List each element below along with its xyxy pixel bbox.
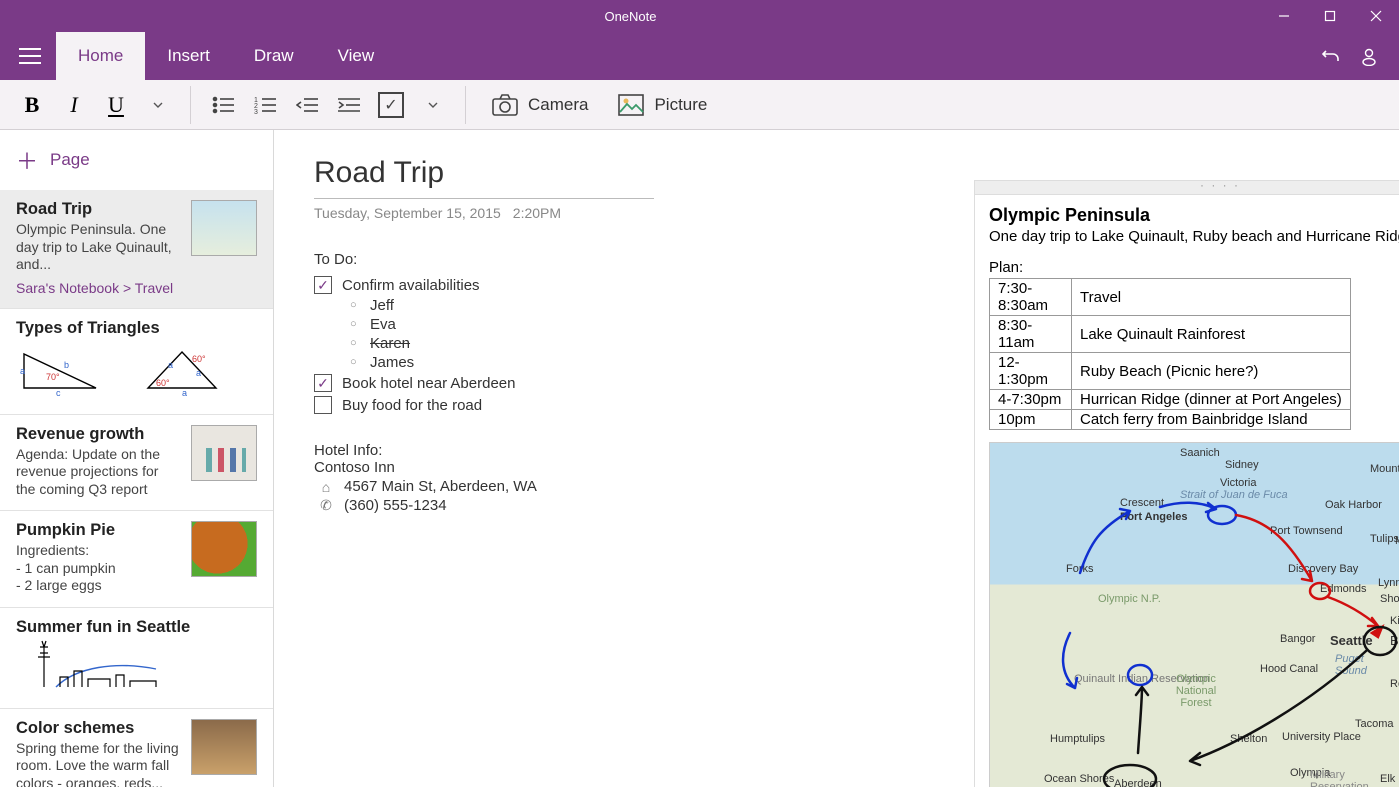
hotel-address: 4567 Main St, Aberdeen, WA (344, 478, 537, 495)
page-canvas[interactable]: Road Trip Tuesday, September 15, 2015 2:2… (274, 130, 1399, 787)
page-desc: Olympic Peninsula. One day trip to Lake … (16, 221, 181, 274)
note-date: Tuesday, September 15, 2015 (314, 205, 501, 221)
ribbon: B I U 123 ✓ Camera Picture (0, 80, 1399, 130)
svg-text:70°: 70° (46, 372, 60, 382)
picture-label: Picture (654, 95, 707, 115)
page-breadcrumb: Sara's Notebook > Travel (16, 280, 181, 296)
tab-insert[interactable]: Insert (145, 32, 232, 80)
table-row: 12-1:30pmRuby Beach (Picnic here?) (990, 353, 1351, 390)
home-icon: ⌂ (318, 479, 334, 495)
svg-text:c: c (56, 388, 61, 396)
embed-title: Olympic Peninsula (989, 205, 1399, 226)
page-item-colors[interactable]: Color schemes Spring theme for the livin… (0, 709, 273, 787)
camera-icon (492, 94, 518, 116)
page-desc: Agenda: Update on the revenue projection… (16, 446, 181, 499)
svg-text:a: a (182, 388, 187, 396)
tab-home[interactable]: Home (56, 32, 145, 80)
page-item-roadtrip[interactable]: Road Trip Olympic Peninsula. One day tri… (0, 190, 273, 309)
page-item-triangles[interactable]: Types of Triangles 70° b c a 60° 60° a a a (0, 309, 273, 415)
undo-button[interactable] (1321, 46, 1341, 66)
numbered-list-button[interactable]: 123 (247, 87, 283, 123)
app-title: OneNote (0, 9, 1261, 24)
underline-button[interactable]: U (98, 87, 134, 123)
tab-view[interactable]: View (316, 32, 397, 80)
maximize-button[interactable] (1307, 0, 1353, 32)
tab-draw[interactable]: Draw (232, 32, 316, 80)
page-item-summer[interactable]: Summer fun in Seattle (0, 608, 273, 709)
close-button[interactable] (1353, 0, 1399, 32)
page-thumbnail (191, 200, 257, 256)
page-thumbnail (191, 425, 257, 481)
table-row: 8:30-11amLake Quinault Rainforest (990, 316, 1351, 353)
page-thumbnail (191, 719, 257, 775)
sidebar: ＋ Page Road Trip Olympic Peninsula. One … (0, 130, 274, 787)
page-title: Color schemes (16, 719, 181, 738)
svg-text:a: a (168, 360, 173, 370)
svg-text:60°: 60° (192, 354, 206, 364)
checkbox-checked-icon[interactable]: ✓ (314, 276, 332, 294)
embed-desc: One day trip to Lake Quinault, Ruby beac… (989, 228, 1399, 245)
embed-drag-handle[interactable]: ‹› (975, 181, 1399, 195)
page-title: Summer fun in Seattle (16, 618, 257, 637)
svg-text:3: 3 (254, 109, 258, 114)
page-item-pumpkin[interactable]: Pumpkin Pie Ingredients: - 1 can pumpkin… (0, 511, 273, 608)
table-row: 7:30-8:30amTravel (990, 279, 1351, 316)
plus-icon: ＋ (16, 144, 38, 176)
tags-more-button[interactable] (415, 87, 451, 123)
table-row: 10pmCatch ferry from Bainbridge Island (990, 410, 1351, 430)
menubar: Home Insert Draw View (0, 32, 1399, 80)
page-title: Types of Triangles (16, 319, 257, 338)
ink-overlay (990, 443, 1399, 787)
map-image: Saanich Sidney Victoria Oak Harbor Mount… (989, 442, 1399, 787)
page-item-revenue[interactable]: Revenue growth Agenda: Update on the rev… (0, 415, 273, 512)
note-title[interactable]: Road Trip (314, 156, 654, 190)
svg-text:60°: 60° (156, 378, 170, 388)
share-button[interactable] (1359, 46, 1379, 66)
table-row: 4-7:30pmHurrican Ridge (dinner at Port A… (990, 390, 1351, 410)
add-page-button[interactable]: ＋ Page (0, 130, 273, 190)
camera-label: Camera (528, 95, 588, 115)
italic-button[interactable]: I (56, 87, 92, 123)
page-desc: Spring theme for the living room. Love t… (16, 740, 181, 787)
plan-table[interactable]: 7:30-8:30amTravel 8:30-11amLake Quinault… (989, 278, 1351, 430)
page-thumbnail (191, 521, 257, 577)
bullet-list-button[interactable] (205, 87, 241, 123)
hotel-phone: (360) 555-1234 (344, 497, 447, 514)
page-title: Road Trip (16, 200, 181, 219)
indent-button[interactable] (331, 87, 367, 123)
plan-label: Plan: (989, 259, 1399, 276)
font-more-button[interactable] (140, 87, 176, 123)
embed-container[interactable]: ‹› Olympic Peninsula One day trip to Lak… (974, 180, 1399, 787)
svg-text:a: a (20, 366, 25, 376)
phone-icon: ✆ (318, 497, 334, 514)
camera-button[interactable]: Camera (480, 94, 600, 116)
add-page-label: Page (50, 150, 90, 170)
page-desc: Ingredients: - 1 can pumpkin - 2 large e… (16, 542, 181, 595)
bold-button[interactable]: B (14, 87, 50, 123)
picture-icon (618, 94, 644, 116)
checkbox-icon[interactable] (314, 396, 332, 414)
minimize-button[interactable] (1261, 0, 1307, 32)
note-time: 2:20PM (513, 205, 561, 221)
hamburger-button[interactable] (8, 32, 52, 80)
titlebar: OneNote (0, 0, 1399, 32)
picture-button[interactable]: Picture (606, 94, 719, 116)
page-title: Revenue growth (16, 425, 181, 444)
triangles-thumbnail: 70° b c a 60° 60° a a a (16, 340, 257, 402)
svg-text:a: a (196, 368, 201, 378)
checkbox-checked-icon[interactable]: ✓ (314, 374, 332, 392)
todo-tag-button[interactable]: ✓ (373, 87, 409, 123)
outdent-button[interactable] (289, 87, 325, 123)
seattle-sketch (16, 639, 176, 691)
page-title: Pumpkin Pie (16, 521, 181, 540)
svg-text:b: b (64, 360, 69, 370)
